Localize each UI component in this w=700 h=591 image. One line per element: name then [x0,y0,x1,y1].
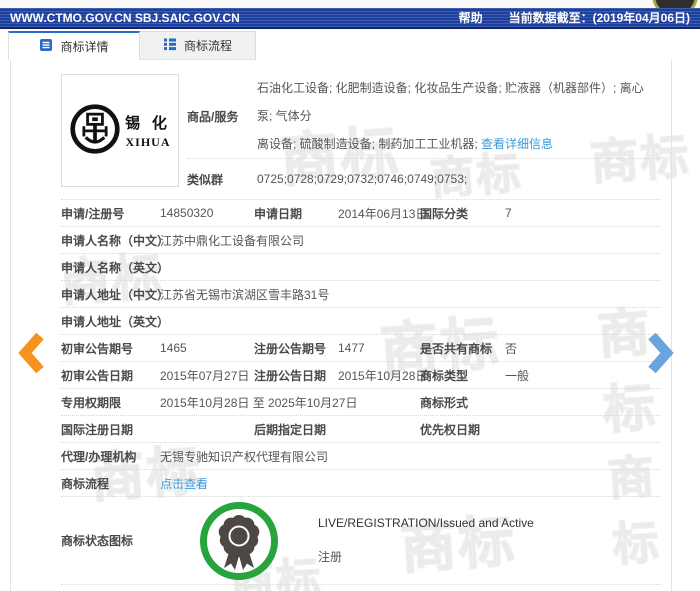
chevron-right-icon [646,330,676,376]
reg-gazette-no-label: 注册公告期号 [254,340,338,357]
goods-line1: 石油化工设备; 化肥制造设备; 化妆品生产设备; 贮液器（机器部件）; 离心泵;… [257,81,644,123]
tab-bar: 商标详情 商标流程 [8,31,256,60]
table-row: 申请人名称（英文） [61,254,661,281]
similar-group-row: 类似群 0725;0728;0729;0732;0746;0749;0753; [187,159,661,199]
shared-tm-label: 是否共有商标 [420,340,505,357]
exclusive-period-value: 2015年10月28日 至 2025年10月27日 [160,394,420,411]
table-row: 商标流程 点击查看 [61,470,661,497]
trademark-detail-page: 商标 商标 商标 商标 商标 商标 商标 商标 商标 商标 WWW.CTMO.G… [0,0,700,591]
previous-record-arrow[interactable] [16,330,46,376]
next-record-arrow[interactable] [646,330,676,376]
status-icon-label: 商标状态图标 [61,532,160,549]
agency-label: 代理/办理机构 [61,448,160,465]
chevron-left-icon [16,330,46,376]
trademark-name-cn: 锡 化 [125,112,171,133]
similar-group-label: 类似群 [187,171,257,188]
reg-no-value: 14850320 [160,206,254,220]
registered-rosette-icon [199,501,279,581]
tab-trademark-flow[interactable]: 商标流程 [140,31,256,60]
tm-flow-label: 商标流程 [61,475,160,492]
reg-gazette-date-label: 注册公告日期 [254,367,338,384]
site-domains-text: WWW.CTMO.GOV.CN SBJ.SAIC.GOV.CN [10,11,240,25]
apply-date-value: 2014年06月13日 [338,205,420,222]
reg-gazette-date-value: 2015年10月28日 [338,367,420,384]
trademark-name-en: XIHUA [125,135,170,150]
intl-class-value: 7 [505,206,661,220]
trademark-summary-block: 锡 化 XIHUA 商品/服务 石油化工设备; 化肥制造设备; 化妆品生产设备;… [61,74,661,199]
document-list-icon [39,38,53,55]
first-gazette-date-label: 初审公告日期 [61,367,160,384]
tab-label: 商标流程 [184,37,232,54]
priority-date-label: 优先权日期 [420,421,505,438]
reg-no-label: 申请/注册号 [61,205,160,222]
intl-reg-date-label: 国际注册日期 [61,421,160,438]
table-row: 初审公告日期 2015年07月27日 注册公告日期 2015年10月28日 商标… [61,362,661,389]
applicant-en-label: 申请人名称（英文） [61,259,160,276]
reg-gazette-no-value: 1477 [338,341,420,355]
tab-trademark-detail[interactable]: 商标详情 [8,31,140,60]
trademark-image: 锡 化 XIHUA [61,74,179,187]
applicant-cn-label: 申请人名称（中文） [61,232,160,249]
table-row: 初审公告期号 1465 注册公告期号 1477 是否共有商标 否 [61,335,661,362]
goods-services-label: 商品/服务 [187,108,257,125]
table-row: 申请人名称（中文） 江苏中鼎化工设备有限公司 [61,227,661,254]
bullet-list-icon [163,37,177,54]
status-line-chinese: 注册 [318,548,534,565]
goods-services-row: 商品/服务 石油化工设备; 化肥制造设备; 化妆品生产设备; 贮液器（机器部件）… [187,74,661,159]
xihua-emblem-icon [69,103,121,158]
trademark-status-row: 商标状态图标 [61,497,661,585]
table-row: 国际注册日期 后期指定日期 优先权日期 [61,416,661,443]
status-badge [160,501,318,581]
address-en-label: 申请人地址（英文） [61,313,160,330]
tab-label: 商标详情 [60,38,108,55]
top-strip [0,0,700,8]
table-row: 申请人地址（中文） 江苏省无锡市滨湖区雪丰路31号 [61,281,661,308]
goods-column: 商品/服务 石油化工设备; 化肥制造设备; 化妆品生产设备; 贮液器（机器部件）… [187,74,661,199]
apply-date-label: 申请日期 [254,205,338,222]
trademark-detail-panel: 锡 化 XIHUA 商品/服务 石油化工设备; 化肥制造设备; 化妆品生产设备;… [10,60,672,591]
shared-tm-value: 否 [505,340,661,357]
table-row: 申请/注册号 14850320 申请日期 2014年06月13日 国际分类 7 [61,200,661,227]
intl-class-label: 国际分类 [420,205,505,222]
table-row: 申请人地址（英文） [61,308,661,335]
first-gazette-no-value: 1465 [160,341,254,355]
status-line-english: LIVE/REGISTRATION/Issued and Active [318,516,534,530]
view-goods-detail-link[interactable]: 查看详细信息 [481,137,553,151]
first-gazette-no-label: 初审公告期号 [61,340,160,357]
help-link[interactable]: 帮助 [459,9,483,26]
exclusive-period-label: 专用权期限 [61,394,160,411]
tm-type-value: 一般 [505,367,661,384]
later-designation-date-label: 后期指定日期 [254,421,338,438]
status-text: LIVE/REGISTRATION/Issued and Active 注册 [318,516,534,565]
tm-form-label: 商标形式 [420,394,505,411]
similar-group-value: 0725;0728;0729;0732;0746;0749;0753; [257,172,467,186]
goods-line2: 离设备; 硫酸制造设备; 制药加工工业机器; [257,137,478,151]
first-gazette-date-value: 2015年07月27日 [160,367,254,384]
tm-flow-view-link[interactable]: 点击查看 [160,475,661,492]
address-cn-value: 江苏省无锡市滨湖区雪丰路31号 [160,286,661,303]
goods-services-value: 石油化工设备; 化肥制造设备; 化妆品生产设备; 贮液器（机器部件）; 离心泵;… [257,74,661,158]
applicant-cn-value: 江苏中鼎化工设备有限公司 [160,232,661,249]
table-row: 代理/办理机构 无锡专驰知识产权代理有限公司 [61,443,661,470]
data-cutoff-text: 当前数据截至：(2019年04月06日) [509,9,690,26]
table-row: 专用权期限 2015年10月28日 至 2025年10月27日 商标形式 [61,389,661,416]
agency-value: 无锡专驰知识产权代理有限公司 [160,448,661,465]
site-header-bar: WWW.CTMO.GOV.CN SBJ.SAIC.GOV.CN 帮助 当前数据截… [0,8,700,29]
tm-type-label: 商标类型 [420,367,505,384]
address-cn-label: 申请人地址（中文） [61,286,160,303]
